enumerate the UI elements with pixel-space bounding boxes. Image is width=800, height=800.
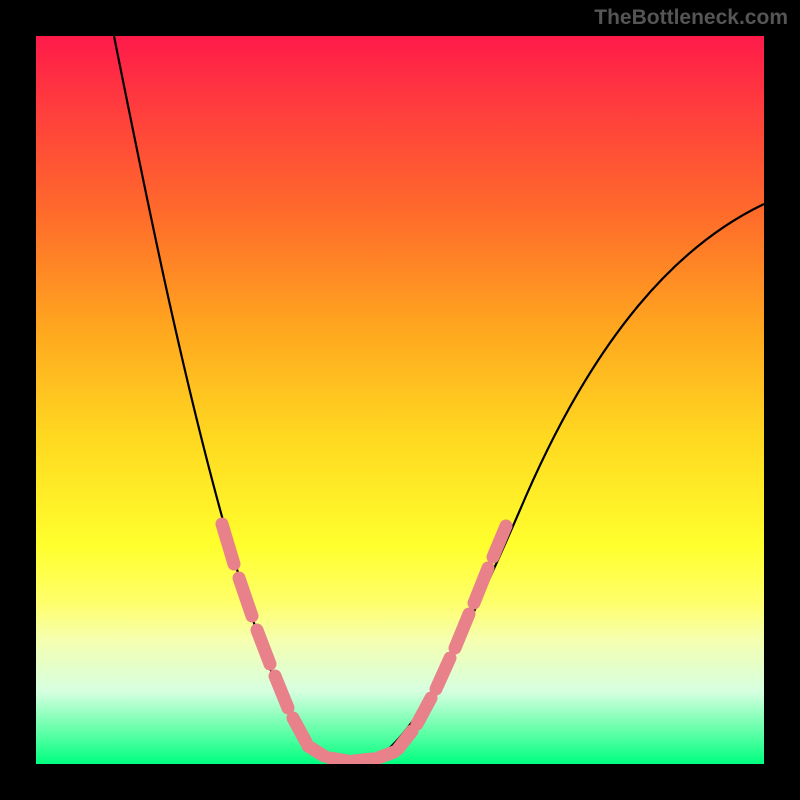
- highlight-right-1: [398, 731, 412, 749]
- watermark-text: TheBottleneck.com: [594, 6, 788, 30]
- highlight-left-5: [293, 718, 306, 742]
- curve-left: [114, 36, 321, 756]
- chart-svg: [36, 36, 764, 764]
- highlight-right-2: [417, 698, 431, 724]
- highlight-left-4: [275, 676, 288, 708]
- highlight-left-2: [239, 578, 252, 616]
- highlight-valley-3: [354, 759, 372, 761]
- highlight-valley-1: [308, 746, 324, 756]
- highlight-valley-2: [330, 758, 348, 761]
- highlight-left-3: [257, 630, 270, 664]
- curve-right: [376, 204, 764, 758]
- highlight-right-4: [455, 614, 469, 648]
- highlight-right-3: [436, 658, 450, 689]
- highlight-right-5: [474, 568, 488, 603]
- chart-plot-area: [36, 36, 764, 764]
- highlight-valley-4: [378, 752, 394, 758]
- highlight-left-1: [222, 524, 234, 564]
- highlight-right-6: [493, 526, 506, 557]
